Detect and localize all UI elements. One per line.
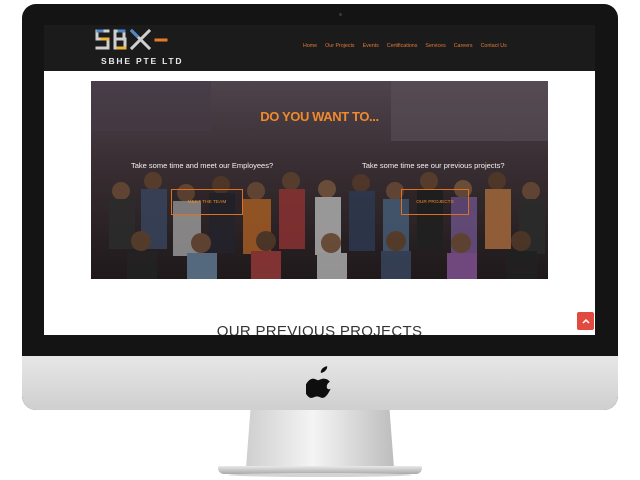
chevron-up-icon <box>581 318 590 324</box>
meet-the-team-button[interactable]: MEET THE TEAM <box>171 189 243 215</box>
top-navbar: SBHE PTE LTD Home Our Projects Events Ce… <box>44 25 595 71</box>
our-projects-button[interactable]: OUR PROJECTS <box>401 189 469 215</box>
nav-careers[interactable]: Careers <box>454 43 473 49</box>
main-nav: Home Our Projects Events Certifications … <box>303 43 515 49</box>
monitor-stand <box>246 410 394 468</box>
nav-home[interactable]: Home <box>303 43 317 49</box>
brand-name: SBHE PTE LTD <box>101 56 184 66</box>
nav-events[interactable]: Events <box>363 43 379 49</box>
apple-logo-icon <box>306 366 331 398</box>
hero-banner: DO YOU WANT TO... Take some time and mee… <box>91 81 548 279</box>
nav-contact-us[interactable]: Contact Us <box>481 43 507 49</box>
hero-left-text: Take some time and meet our Employees? <box>131 161 274 170</box>
nav-our-projects[interactable]: Our Projects <box>325 43 354 49</box>
nav-certifications[interactable]: Certifications <box>387 43 418 49</box>
hero-title: DO YOU WANT TO... <box>260 109 379 124</box>
screen-bezel-bottom <box>44 335 595 356</box>
camera-dot <box>339 13 342 16</box>
website-screen: SBHE PTE LTD Home Our Projects Events Ce… <box>44 25 595 335</box>
base-shadow <box>228 473 412 477</box>
hero-right-text: Take some time see our previous projects… <box>362 161 505 170</box>
scroll-to-top-button[interactable] <box>577 312 594 330</box>
section-title: OUR PREVIOUS PROJECTS <box>216 323 423 335</box>
nav-services[interactable]: Services <box>425 43 445 49</box>
